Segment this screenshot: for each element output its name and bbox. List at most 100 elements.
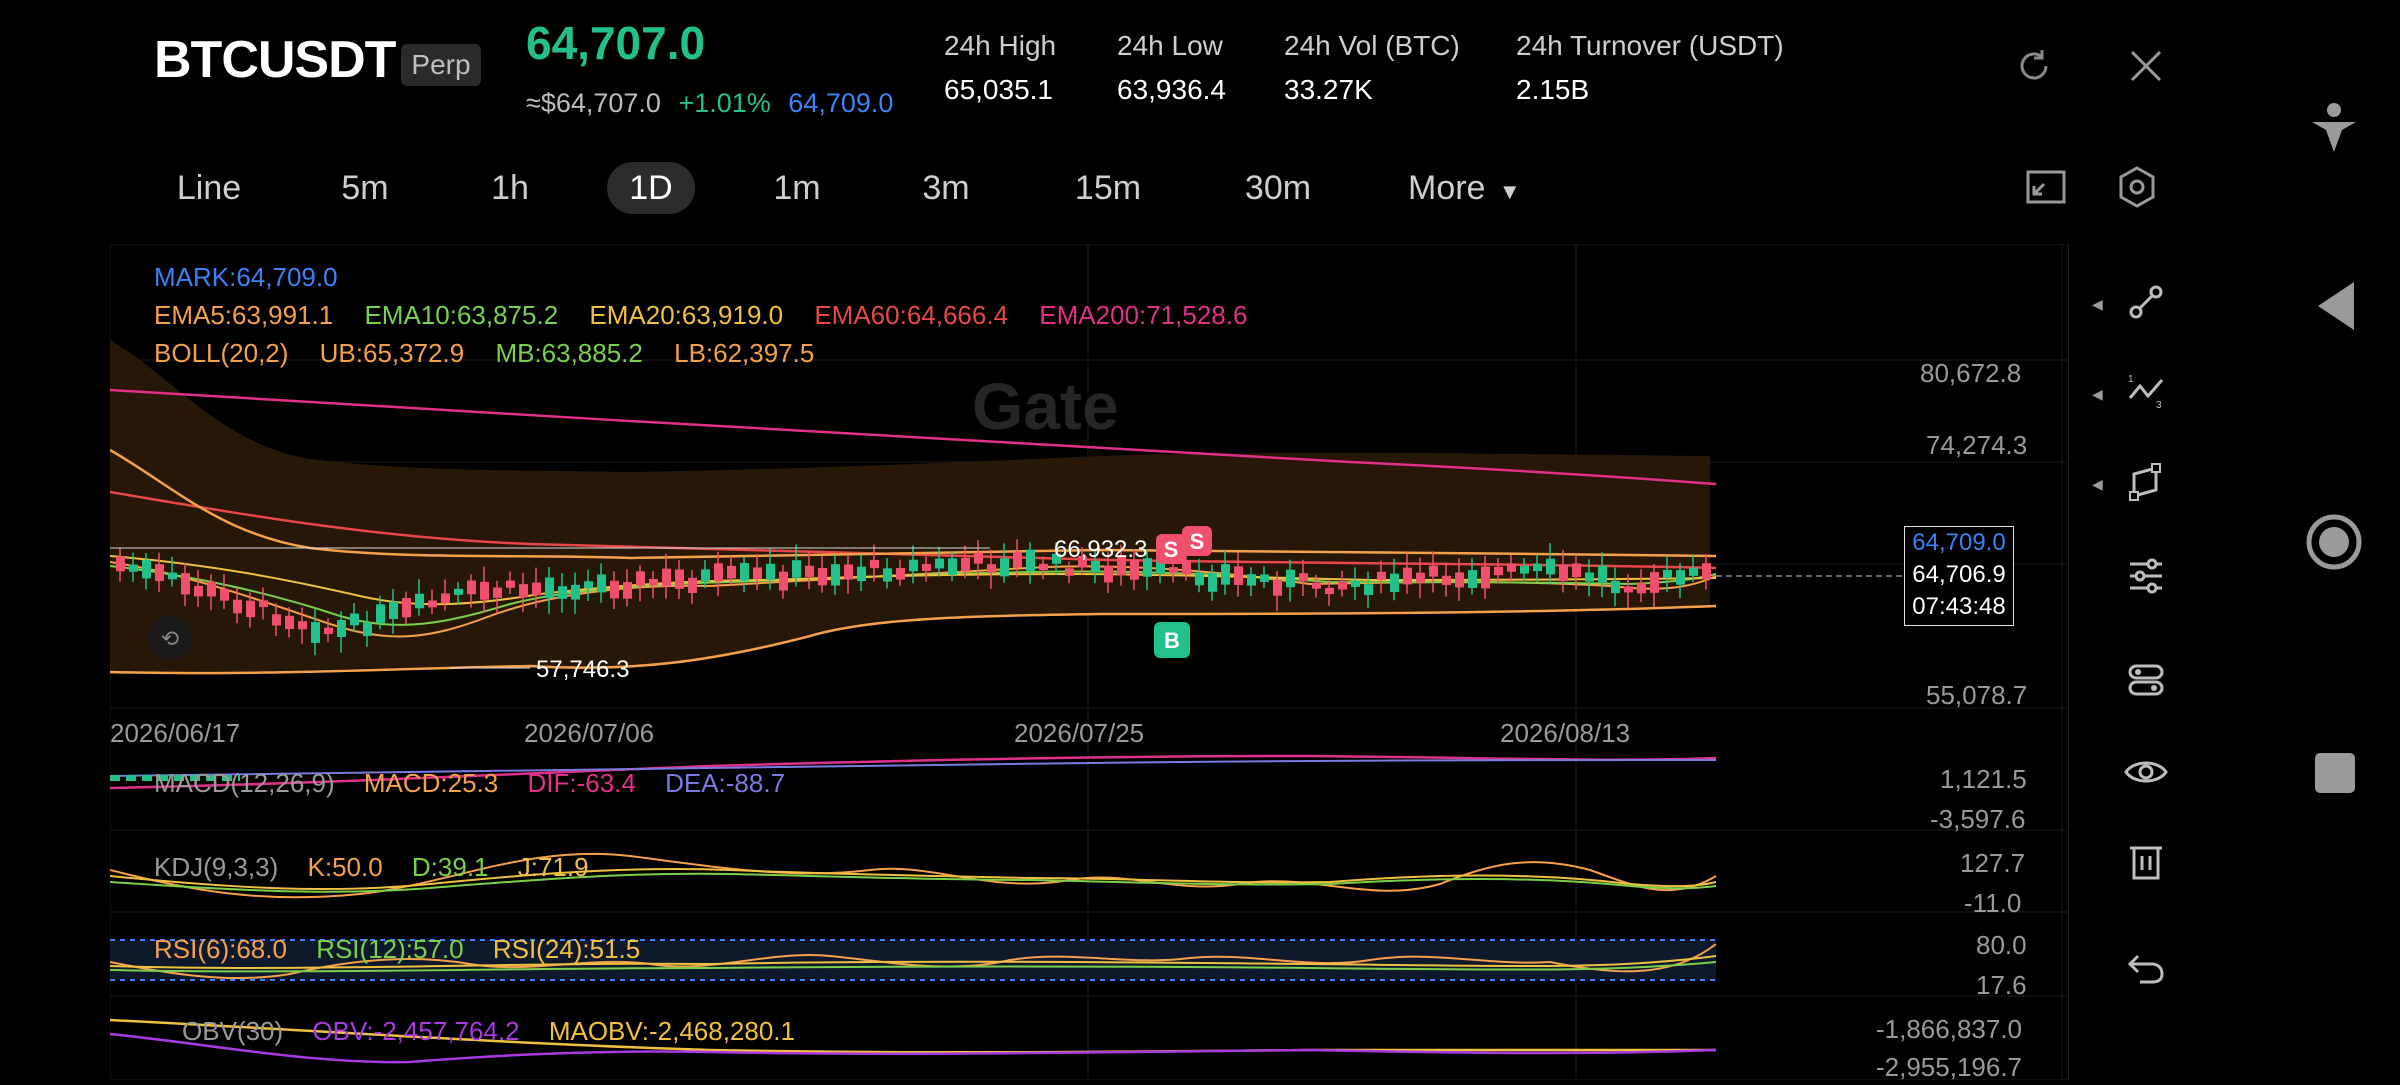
trash-icon[interactable] xyxy=(2128,842,2164,887)
stat-value: 65,035.1 xyxy=(944,74,1053,105)
candle xyxy=(974,552,983,564)
price-tag-countdown: 07:43:48 xyxy=(1912,593,2006,620)
recents-nav-icon[interactable] xyxy=(2314,752,2356,799)
svg-text:3: 3 xyxy=(2156,400,2162,411)
fullscreen-icon[interactable] xyxy=(2024,166,2068,215)
candle xyxy=(1494,566,1503,576)
candle xyxy=(1299,573,1308,582)
candle xyxy=(1572,563,1581,578)
shape-tool-icon[interactable] xyxy=(2126,462,2166,507)
tf-more[interactable]: More ▼ xyxy=(1408,162,1524,214)
eye-icon[interactable] xyxy=(2124,752,2168,797)
candle xyxy=(1260,574,1269,582)
candle xyxy=(246,600,255,618)
tf-3m[interactable]: 3m xyxy=(902,162,990,214)
legend-ema10: EMA10:63,875.2 xyxy=(364,300,559,330)
stat-turnover: 24h Turnover (USDT) 2.15B xyxy=(1516,30,1784,106)
refresh-icon[interactable] xyxy=(2012,44,2056,93)
candle xyxy=(1676,570,1685,585)
candle xyxy=(922,564,931,571)
candle xyxy=(311,622,320,643)
candle xyxy=(701,569,710,582)
legend-ema60: EMA60:64,666.4 xyxy=(814,300,1009,330)
undo-icon[interactable] xyxy=(2126,948,2166,993)
candle xyxy=(1637,583,1646,594)
tf-30m[interactable]: 30m xyxy=(1230,162,1326,214)
price-tag: 64,709.0 64,706.9 07:43:48 xyxy=(1904,526,2014,626)
candle xyxy=(116,556,125,572)
candle xyxy=(623,582,632,599)
candle xyxy=(714,563,723,582)
candle xyxy=(1702,563,1711,580)
candle xyxy=(805,565,814,577)
candle xyxy=(1585,572,1594,582)
svg-text:1: 1 xyxy=(2128,374,2134,385)
candle xyxy=(896,568,905,580)
sell-marker[interactable]: S xyxy=(1182,526,1212,556)
tf-line[interactable]: Line xyxy=(165,162,253,214)
candle xyxy=(792,560,801,578)
macd-axis-bottom: -3,597.6 xyxy=(1930,804,2026,834)
maobv-value: MAOBV:-2,468,280.1 xyxy=(548,1016,795,1046)
indicator-settings-icon[interactable] xyxy=(2126,556,2166,601)
candle xyxy=(1325,587,1334,595)
stat-label: 24h Low xyxy=(1117,30,1223,61)
layers-tool-icon[interactable] xyxy=(2126,660,2166,705)
candle xyxy=(1286,569,1295,588)
macd-value: MACD:25.3 xyxy=(363,768,499,798)
candle xyxy=(389,601,398,619)
macd-dea: DEA:-88.7 xyxy=(665,768,786,798)
accessibility-icon[interactable] xyxy=(2308,100,2360,165)
candle xyxy=(493,587,502,598)
candle xyxy=(1026,549,1035,571)
candle xyxy=(1416,572,1425,583)
candle xyxy=(649,578,658,586)
macd-dif: DIF:-63.4 xyxy=(527,768,636,798)
candle xyxy=(1546,558,1555,575)
legend-ema20: EMA20:63,919.0 xyxy=(589,300,784,330)
obv-value: OBV:-2,457,764.2 xyxy=(312,1016,520,1046)
candle xyxy=(1312,582,1321,589)
macd-title: MACD(12,26,9) xyxy=(154,768,335,798)
tf-1h[interactable]: 1h xyxy=(466,162,554,214)
tf-15m[interactable]: 15m xyxy=(1060,162,1156,214)
tf-1d[interactable]: 1D xyxy=(607,162,695,214)
tf-1m[interactable]: 1m xyxy=(753,162,841,214)
candle xyxy=(1598,565,1607,583)
candle xyxy=(350,613,359,626)
buy-marker[interactable]: B xyxy=(1154,622,1190,658)
trendline-tool-icon[interactable] xyxy=(2126,282,2166,327)
axis-price-2: 74,274.3 xyxy=(1926,430,2028,460)
usd-price: ≈$64,707.0 xyxy=(526,88,661,118)
sell-marker[interactable]: S xyxy=(1156,534,1186,564)
candle xyxy=(324,627,333,635)
legend-boll: BOLL(20,2) UB:65,372.9 MB:63,885.2 LB:62… xyxy=(154,338,814,369)
candle xyxy=(948,558,957,575)
kdj-axis-bottom: -11.0 xyxy=(1964,888,2022,918)
settings-icon[interactable] xyxy=(2114,164,2160,215)
rsi-axis-top: 80.0 xyxy=(1976,930,2027,960)
fibonacci-tool-icon[interactable]: 13 xyxy=(2126,372,2166,417)
candle xyxy=(1364,584,1373,596)
candle xyxy=(1390,573,1399,592)
rsi-6: RSI(6):68.0 xyxy=(154,934,287,964)
price-change: +1.01% xyxy=(678,88,771,118)
candle xyxy=(181,573,190,595)
obv-axis-bottom: -2,955,196.7 xyxy=(1876,1052,2023,1082)
back-nav-icon[interactable] xyxy=(2314,280,2358,337)
candle xyxy=(818,568,827,586)
macd-axis-top: 1,121.5 xyxy=(1940,764,2027,794)
legend-rsi: RSI(6):68.0 RSI(12):57.0 RSI(24):51.5 xyxy=(154,934,640,965)
candle xyxy=(727,565,736,579)
candle xyxy=(1442,575,1451,586)
date-label: 2026/06/17 xyxy=(110,718,241,748)
candle xyxy=(1104,565,1113,583)
symbol-title[interactable]: BTCUSDT xyxy=(154,30,396,90)
expand-triangle-icon: ◀ xyxy=(2092,296,2103,312)
home-nav-icon[interactable] xyxy=(2306,514,2362,575)
close-icon[interactable] xyxy=(2126,46,2166,91)
tf-5m[interactable]: 5m xyxy=(321,162,409,214)
candle xyxy=(779,571,788,591)
rsi-axis-bottom: 17.6 xyxy=(1976,970,2027,1000)
candle xyxy=(207,581,216,597)
